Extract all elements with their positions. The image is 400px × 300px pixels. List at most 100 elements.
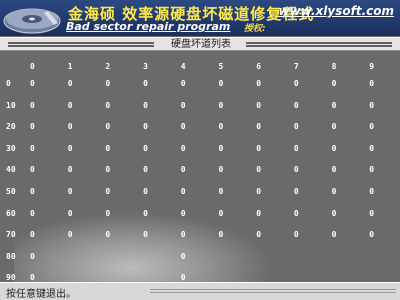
sector-cell: 0 bbox=[180, 208, 186, 218]
sector-cell: 0 bbox=[143, 230, 148, 240]
sector-cell: 0 bbox=[105, 79, 111, 88]
sector-cell: 0 bbox=[30, 143, 35, 153]
sector-cell: 0 bbox=[331, 165, 337, 175]
sector-cell: 0 bbox=[293, 100, 299, 110]
row-label: 30 bbox=[6, 143, 16, 153]
sector-cell: 0 bbox=[218, 165, 224, 175]
sector-cell: 0 bbox=[143, 208, 148, 218]
sector-cell: 0 bbox=[256, 100, 262, 110]
sector-cell: 0 bbox=[30, 100, 35, 110]
sector-cell: 0 bbox=[293, 165, 299, 175]
sector-cell: 0 bbox=[293, 143, 299, 153]
sector-cell: 0 bbox=[30, 251, 35, 261]
sector-cell: 0 bbox=[105, 187, 111, 196]
sector-cell: 0 bbox=[105, 122, 111, 132]
sector-cell: 0 bbox=[256, 187, 262, 196]
sector-cell: 0 bbox=[67, 79, 73, 88]
sector-cell: 0 bbox=[218, 100, 224, 110]
sector-cell: 0 bbox=[105, 208, 111, 218]
sector-cell: 0 bbox=[30, 187, 35, 196]
sector-cell: 0 bbox=[180, 79, 186, 88]
bad-sector-grid: 0 1 2 3 4 5 6 7 8 9 0 0 0 0 0 0 0 0 0 0 0 10 0 0 0 0 0 0 0 0 0 0 20 0 0 0 0 0… bbox=[0, 52, 400, 292]
sector-cell: 0 bbox=[30, 165, 35, 175]
bad-sector-list-header: 硬盘坏道列表 bbox=[0, 37, 400, 51]
sector-cell: 0 bbox=[369, 230, 375, 240]
sector-cell: 0 bbox=[143, 187, 148, 196]
status-text: 按任意键退出。 bbox=[6, 289, 76, 300]
row-label: 80 bbox=[6, 251, 16, 261]
sector-cell: 0 bbox=[67, 187, 73, 196]
app-title-en: Bad sector repair program bbox=[66, 20, 231, 33]
sector-cell: 0 bbox=[369, 165, 375, 175]
column-header: 2 bbox=[105, 62, 111, 71]
sector-cell: 0 bbox=[105, 165, 111, 175]
sector-cell: 0 bbox=[369, 187, 375, 196]
column-header: 4 bbox=[180, 62, 186, 71]
row-label: 60 bbox=[6, 208, 16, 218]
sector-cell: 0 bbox=[180, 143, 186, 153]
sector-cell: 0 bbox=[293, 187, 299, 196]
sector-cell: 0 bbox=[369, 143, 375, 153]
sector-cell: 0 bbox=[180, 122, 186, 132]
sector-cell: 0 bbox=[30, 122, 35, 132]
app-header: 金海硕 效率源硬盘坏磁道修复程式 www.xlysoft.com Bad sec… bbox=[0, 0, 400, 36]
sector-cell: 0 bbox=[67, 100, 73, 110]
column-header: 6 bbox=[256, 62, 262, 71]
sector-cell: 0 bbox=[105, 143, 111, 153]
sector-cell: 0 bbox=[67, 122, 73, 132]
sector-cell: 0 bbox=[331, 187, 337, 196]
sector-cell: 0 bbox=[143, 79, 148, 88]
sector-cell: 0 bbox=[67, 208, 73, 218]
sector-cell: 0 bbox=[218, 230, 224, 240]
sector-cell: 0 bbox=[293, 122, 299, 132]
sector-cell: 0 bbox=[180, 165, 186, 175]
sector-cell: 0 bbox=[180, 251, 186, 261]
sector-cell: 0 bbox=[369, 208, 375, 218]
column-header: 9 bbox=[369, 62, 375, 71]
sector-cell: 0 bbox=[331, 143, 337, 153]
sector-cell: 0 bbox=[256, 143, 262, 153]
sector-cell: 0 bbox=[369, 100, 375, 110]
sector-cell: 0 bbox=[293, 208, 299, 218]
sector-cell: 0 bbox=[256, 122, 262, 132]
sector-cell: 0 bbox=[293, 230, 299, 240]
sector-cell: 0 bbox=[218, 208, 224, 218]
sector-cell: 0 bbox=[105, 100, 111, 110]
sector-cell: 0 bbox=[30, 230, 35, 240]
divider-right bbox=[246, 42, 392, 47]
row-label: 50 bbox=[6, 187, 16, 196]
sector-cell: 0 bbox=[143, 165, 148, 175]
column-header: 5 bbox=[218, 62, 224, 71]
divider-left bbox=[8, 42, 154, 47]
sector-cell: 0 bbox=[67, 143, 73, 153]
website-link[interactable]: www.xlysoft.com bbox=[279, 4, 395, 18]
sector-cell: 0 bbox=[369, 79, 375, 88]
sector-cell: 0 bbox=[256, 165, 262, 175]
sector-cell: 0 bbox=[180, 100, 186, 110]
sector-cell: 0 bbox=[331, 122, 337, 132]
row-label: 20 bbox=[6, 122, 16, 132]
sector-cell: 0 bbox=[180, 187, 186, 196]
sector-cell: 0 bbox=[143, 122, 148, 132]
screen-glare bbox=[14, 212, 274, 292]
status-bar: 按任意键退出。 bbox=[0, 282, 400, 300]
sector-cell: 0 bbox=[67, 165, 73, 175]
sector-cell: 0 bbox=[218, 143, 224, 153]
sector-cell: 0 bbox=[30, 208, 35, 218]
sector-cell: 0 bbox=[143, 100, 148, 110]
sector-cell: 0 bbox=[218, 79, 224, 88]
row-label: 0 bbox=[6, 79, 11, 88]
hard-disk-logo-icon bbox=[3, 8, 61, 34]
sector-cell: 0 bbox=[369, 122, 375, 132]
sector-cell: 0 bbox=[180, 230, 186, 240]
sector-cell: 0 bbox=[331, 230, 337, 240]
sector-cell: 0 bbox=[331, 208, 337, 218]
column-header: 7 bbox=[293, 62, 299, 71]
sector-cell: 0 bbox=[331, 100, 337, 110]
sector-cell: 0 bbox=[256, 230, 262, 240]
status-divider bbox=[150, 289, 396, 293]
column-header: 0 bbox=[30, 62, 35, 71]
list-title: 硬盘坏道列表 bbox=[171, 39, 231, 50]
license-label: 授权: bbox=[244, 24, 266, 34]
sector-cell: 0 bbox=[256, 208, 262, 218]
